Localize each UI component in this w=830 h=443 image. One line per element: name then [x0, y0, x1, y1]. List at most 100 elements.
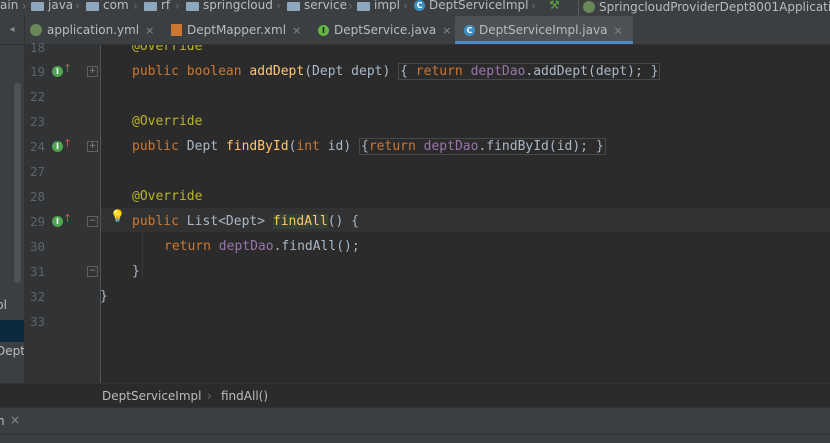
expand-fold-icon[interactable]: +	[87, 66, 98, 77]
chevron-right-icon: ›	[276, 0, 281, 13]
run-config-label: SpringcloudProviderDept8001Applicati	[599, 0, 830, 14]
close-icon[interactable]: ×	[442, 24, 451, 37]
indent-guide	[142, 232, 143, 278]
editor-breadcrumb: DeptServiceImpl › findAll()	[0, 383, 830, 408]
tab-deptserviceimpl-java[interactable]: C DeptServiceImpl.java ×	[455, 16, 633, 44]
project-tool-window: pl Dept	[0, 45, 25, 405]
navigation-bar: ain › java › com › rf › springcloud › se…	[0, 0, 830, 16]
chevron-right-icon: ›	[133, 0, 138, 13]
line-number: 22	[29, 89, 45, 104]
crumb-label: springcloud	[203, 0, 273, 12]
breadcrumb-class[interactable]: C DeptServiceImpl	[414, 0, 528, 12]
editor-tab-bar: ◂ application.yml × DeptMapper.xml × I D…	[0, 16, 830, 45]
line-number: 33	[29, 314, 45, 329]
line-number: 19	[29, 64, 45, 79]
code-line-18: @Override	[132, 45, 202, 54]
folded-body[interactable]: { return deptDao.addDept(dept); }	[398, 63, 661, 80]
build-hammer-icon[interactable]: ⚒	[549, 0, 563, 12]
line-number: 27	[29, 164, 45, 179]
chevron-right-icon: ›	[403, 0, 408, 13]
tab-label: application.yml	[47, 23, 140, 37]
folder-icon	[31, 1, 44, 11]
folder-icon	[86, 1, 99, 11]
line-number: 31	[29, 264, 45, 279]
class-icon: C	[464, 24, 475, 36]
close-icon[interactable]: ×	[10, 413, 20, 427]
line-number: 18	[29, 40, 45, 55]
code-editor[interactable]: 💡 @Override public boolean addDept(Dept …	[101, 45, 830, 383]
params: (Dept dept)	[304, 64, 391, 79]
crumb-label: rf	[161, 0, 171, 12]
project-tree-item[interactable]: pl	[0, 298, 7, 312]
method-name: addDept	[249, 64, 305, 79]
chevron-right-icon: ›	[175, 0, 180, 13]
annotation: @Override	[132, 189, 203, 204]
code-line-23: @Override	[132, 114, 202, 129]
breadcrumb-class[interactable]: DeptServiceImpl	[102, 389, 201, 403]
run-configuration-selector[interactable]: SpringcloudProviderDept8001Applicati	[578, 0, 830, 16]
tab-application-yml[interactable]: application.yml ×	[30, 16, 154, 44]
brace: }	[595, 139, 604, 154]
breadcrumb-method[interactable]: findAll()	[221, 389, 268, 403]
code-line-29: public List<Dept> findAll() {	[132, 214, 359, 229]
implements-method-icon[interactable]: I ↑	[52, 137, 72, 154]
implements-method-icon[interactable]: I ↑	[52, 212, 72, 229]
scrollbar-thumb[interactable]	[14, 83, 21, 283]
keyword: return	[415, 64, 463, 79]
tool-window-label[interactable]: n	[0, 414, 5, 428]
breadcrumb-springcloud[interactable]: springcloud	[186, 0, 273, 12]
keyword: return	[368, 139, 416, 154]
project-tree-item[interactable]: Dept	[0, 344, 24, 358]
brace: }	[101, 289, 108, 304]
tab-scroll-left-icon[interactable]: ◂	[0, 16, 25, 44]
crumb-label: impl	[374, 0, 400, 12]
collapse-fold-icon[interactable]: −	[87, 216, 98, 227]
yaml-icon	[30, 24, 42, 36]
breadcrumb-service[interactable]: service	[287, 0, 347, 12]
breadcrumb-main[interactable]: ain	[0, 0, 18, 12]
keyword: int	[296, 139, 320, 154]
project-tree-selected-item[interactable]	[0, 320, 24, 342]
line-number: 23	[29, 114, 45, 129]
keyword: public	[132, 64, 179, 79]
brace: }	[132, 264, 140, 279]
code-line-30: return deptDao.findAll();	[164, 239, 360, 254]
breadcrumb-rf[interactable]: rf	[144, 0, 170, 12]
implements-method-icon[interactable]: I ↑	[52, 62, 72, 79]
type-name: List<Dept>	[186, 214, 266, 229]
breadcrumb-com[interactable]: com	[86, 0, 129, 12]
close-icon[interactable]: ×	[145, 24, 154, 37]
folder-icon	[144, 1, 157, 11]
folded-body[interactable]: {return deptDao.findById(id); }	[359, 138, 606, 155]
keyword: public	[132, 139, 179, 154]
line-number: 24	[29, 139, 45, 154]
brace: {	[361, 139, 369, 154]
keyword: return	[164, 239, 211, 254]
expand-fold-icon[interactable]: +	[87, 141, 98, 152]
keyword: boolean	[186, 64, 242, 79]
code-line-28: @Override	[132, 189, 202, 204]
method-name: findById	[225, 139, 289, 154]
tab-deptmapper-xml[interactable]: DeptMapper.xml ×	[171, 16, 301, 44]
annotation: @Override	[132, 45, 203, 54]
bottom-tool-window-tab: n ×	[0, 407, 830, 435]
close-icon[interactable]: ×	[613, 24, 622, 37]
tab-label: DeptServiceImpl.java	[479, 23, 608, 37]
close-icon[interactable]: ×	[292, 24, 301, 37]
code-line-31: }	[132, 264, 140, 279]
call-expr: .addDept(dept);	[525, 64, 643, 79]
tab-deptservice-java[interactable]: I DeptService.java ×	[318, 16, 451, 44]
line-number: 32	[29, 289, 45, 304]
folder-icon	[357, 1, 370, 11]
breadcrumb-impl[interactable]: impl	[357, 0, 400, 12]
brace: }	[650, 64, 659, 79]
breadcrumb-java[interactable]: java	[31, 0, 73, 12]
crumb-label: java	[48, 0, 74, 12]
collapse-fold-icon[interactable]: −	[87, 266, 98, 277]
chevron-right-icon: ›	[75, 0, 80, 13]
intention-bulb-icon[interactable]: 💡	[110, 209, 125, 223]
crumb-label: service	[304, 0, 347, 12]
call-expr: .findById(id);	[478, 139, 589, 154]
type-name: Dept	[186, 139, 219, 154]
params: id)	[327, 139, 352, 154]
